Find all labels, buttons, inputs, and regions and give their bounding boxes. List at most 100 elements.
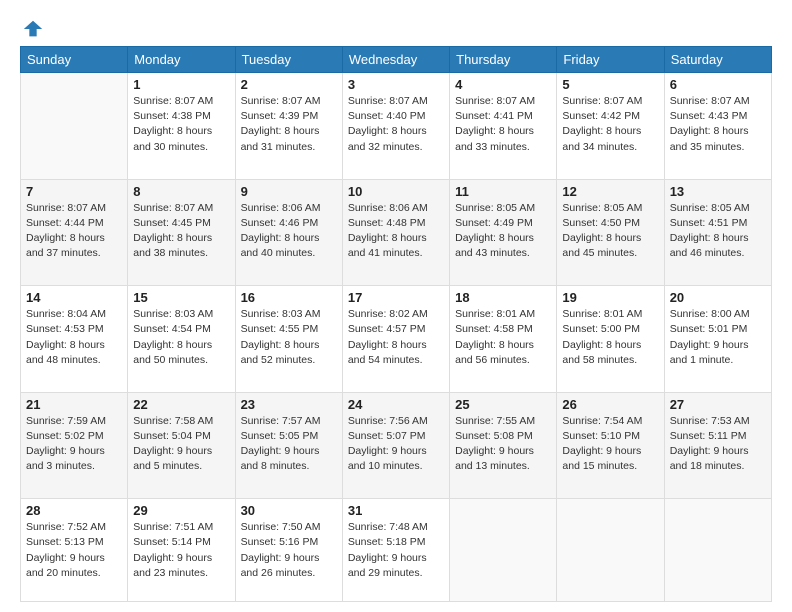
calendar-cell: 22 Sunrise: 7:58 AMSunset: 5:04 PMDayligh… <box>128 392 235 499</box>
calendar-cell: 26 Sunrise: 7:54 AMSunset: 5:10 PMDayligh… <box>557 392 664 499</box>
header <box>20 18 772 36</box>
cell-content: Sunrise: 7:50 AMSunset: 5:16 PMDaylight:… <box>241 520 337 581</box>
day-number: 11 <box>455 184 551 199</box>
cell-content: Sunrise: 8:07 AMSunset: 4:43 PMDaylight:… <box>670 94 766 155</box>
cell-content: Sunrise: 8:06 AMSunset: 4:48 PMDaylight:… <box>348 201 444 262</box>
day-number: 29 <box>133 503 229 518</box>
day-number: 13 <box>670 184 766 199</box>
day-number: 7 <box>26 184 122 199</box>
cell-content: Sunrise: 8:07 AMSunset: 4:44 PMDaylight:… <box>26 201 122 262</box>
cell-content: Sunrise: 8:07 AMSunset: 4:41 PMDaylight:… <box>455 94 551 155</box>
calendar-cell: 15 Sunrise: 8:03 AMSunset: 4:54 PMDayligh… <box>128 286 235 393</box>
weekday-header-saturday: Saturday <box>664 47 771 73</box>
day-number: 24 <box>348 397 444 412</box>
calendar-cell: 24 Sunrise: 7:56 AMSunset: 5:07 PMDayligh… <box>342 392 449 499</box>
day-number: 10 <box>348 184 444 199</box>
cell-content: Sunrise: 7:48 AMSunset: 5:18 PMDaylight:… <box>348 520 444 581</box>
calendar-cell: 5 Sunrise: 8:07 AMSunset: 4:42 PMDaylight… <box>557 73 664 180</box>
calendar-cell: 27 Sunrise: 7:53 AMSunset: 5:11 PMDayligh… <box>664 392 771 499</box>
cell-content: Sunrise: 7:53 AMSunset: 5:11 PMDaylight:… <box>670 414 766 475</box>
cell-content: Sunrise: 8:06 AMSunset: 4:46 PMDaylight:… <box>241 201 337 262</box>
weekday-header-row: SundayMondayTuesdayWednesdayThursdayFrid… <box>21 47 772 73</box>
cell-content: Sunrise: 7:54 AMSunset: 5:10 PMDaylight:… <box>562 414 658 475</box>
cell-content: Sunrise: 8:07 AMSunset: 4:38 PMDaylight:… <box>133 94 229 155</box>
logo <box>20 18 44 36</box>
calendar-cell: 19 Sunrise: 8:01 AMSunset: 5:00 PMDayligh… <box>557 286 664 393</box>
day-number: 25 <box>455 397 551 412</box>
day-number: 27 <box>670 397 766 412</box>
calendar-cell: 17Sunrise: 8:02 AMSunset: 4:57 PMDayligh… <box>342 286 449 393</box>
calendar-table: SundayMondayTuesdayWednesdayThursdayFrid… <box>20 46 772 602</box>
cell-content: Sunrise: 8:00 AMSunset: 5:01 PMDaylight:… <box>670 307 766 368</box>
calendar-cell: 30 Sunrise: 7:50 AMSunset: 5:16 PMDayligh… <box>235 499 342 602</box>
day-number: 31 <box>348 503 444 518</box>
cell-content: Sunrise: 8:05 AMSunset: 4:50 PMDaylight:… <box>562 201 658 262</box>
calendar-cell: 3Sunrise: 8:07 AMSunset: 4:40 PMDaylight… <box>342 73 449 180</box>
day-number: 23 <box>241 397 337 412</box>
cell-content: Sunrise: 8:07 AMSunset: 4:45 PMDaylight:… <box>133 201 229 262</box>
cell-content: Sunrise: 8:02 AMSunset: 4:57 PMDaylight:… <box>348 307 444 368</box>
weekday-header-friday: Friday <box>557 47 664 73</box>
week-row-5: 28 Sunrise: 7:52 AMSunset: 5:13 PMDayligh… <box>21 499 772 602</box>
calendar-cell: 31 Sunrise: 7:48 AMSunset: 5:18 PMDayligh… <box>342 499 449 602</box>
cell-content: Sunrise: 7:52 AMSunset: 5:13 PMDaylight:… <box>26 520 122 581</box>
calendar-cell: 29 Sunrise: 7:51 AMSunset: 5:14 PMDayligh… <box>128 499 235 602</box>
week-row-2: 7 Sunrise: 8:07 AMSunset: 4:44 PMDaylight… <box>21 179 772 286</box>
day-number: 26 <box>562 397 658 412</box>
day-number: 22 <box>133 397 229 412</box>
calendar-cell: 16Sunrise: 8:03 AMSunset: 4:55 PMDayligh… <box>235 286 342 393</box>
cell-content: Sunrise: 8:01 AMSunset: 5:00 PMDaylight:… <box>562 307 658 368</box>
day-number: 18 <box>455 290 551 305</box>
day-number: 20 <box>670 290 766 305</box>
cell-content: Sunrise: 8:07 AMSunset: 4:42 PMDaylight:… <box>562 94 658 155</box>
calendar-cell: 28 Sunrise: 7:52 AMSunset: 5:13 PMDayligh… <box>21 499 128 602</box>
day-number: 15 <box>133 290 229 305</box>
week-row-4: 21Sunrise: 7:59 AMSunset: 5:02 PMDayligh… <box>21 392 772 499</box>
cell-content: Sunrise: 7:58 AMSunset: 5:04 PMDaylight:… <box>133 414 229 475</box>
weekday-header-sunday: Sunday <box>21 47 128 73</box>
logo-text <box>20 18 44 40</box>
day-number: 5 <box>562 77 658 92</box>
day-number: 4 <box>455 77 551 92</box>
calendar-cell: 4 Sunrise: 8:07 AMSunset: 4:41 PMDaylight… <box>450 73 557 180</box>
cell-content: Sunrise: 8:05 AMSunset: 4:51 PMDaylight:… <box>670 201 766 262</box>
day-number: 2 <box>241 77 337 92</box>
calendar-cell: 6Sunrise: 8:07 AMSunset: 4:43 PMDaylight… <box>664 73 771 180</box>
calendar-cell: 20 Sunrise: 8:00 AMSunset: 5:01 PMDayligh… <box>664 286 771 393</box>
cell-content: Sunrise: 8:05 AMSunset: 4:49 PMDaylight:… <box>455 201 551 262</box>
day-number: 9 <box>241 184 337 199</box>
calendar-cell: 18 Sunrise: 8:01 AMSunset: 4:58 PMDayligh… <box>450 286 557 393</box>
day-number: 30 <box>241 503 337 518</box>
day-number: 12 <box>562 184 658 199</box>
calendar-cell: 21Sunrise: 7:59 AMSunset: 5:02 PMDayligh… <box>21 392 128 499</box>
day-number: 14 <box>26 290 122 305</box>
weekday-header-wednesday: Wednesday <box>342 47 449 73</box>
calendar-cell <box>450 499 557 602</box>
cell-content: Sunrise: 7:57 AMSunset: 5:05 PMDaylight:… <box>241 414 337 475</box>
day-number: 1 <box>133 77 229 92</box>
cell-content: Sunrise: 8:01 AMSunset: 4:58 PMDaylight:… <box>455 307 551 368</box>
cell-content: Sunrise: 7:55 AMSunset: 5:08 PMDaylight:… <box>455 414 551 475</box>
calendar-cell <box>664 499 771 602</box>
week-row-3: 14 Sunrise: 8:04 AMSunset: 4:53 PMDayligh… <box>21 286 772 393</box>
calendar-cell <box>557 499 664 602</box>
cell-content: Sunrise: 8:03 AMSunset: 4:54 PMDaylight:… <box>133 307 229 368</box>
day-number: 28 <box>26 503 122 518</box>
calendar-cell: 2Sunrise: 8:07 AMSunset: 4:39 PMDaylight… <box>235 73 342 180</box>
day-number: 3 <box>348 77 444 92</box>
calendar-cell: 8Sunrise: 8:07 AMSunset: 4:45 PMDaylight… <box>128 179 235 286</box>
page: SundayMondayTuesdayWednesdayThursdayFrid… <box>0 0 792 612</box>
calendar-cell: 1 Sunrise: 8:07 AMSunset: 4:38 PMDaylight… <box>128 73 235 180</box>
logo-icon <box>22 18 44 40</box>
calendar-cell: 13 Sunrise: 8:05 AMSunset: 4:51 PMDayligh… <box>664 179 771 286</box>
calendar-cell: 25 Sunrise: 7:55 AMSunset: 5:08 PMDayligh… <box>450 392 557 499</box>
cell-content: Sunrise: 7:56 AMSunset: 5:07 PMDaylight:… <box>348 414 444 475</box>
cell-content: Sunrise: 8:04 AMSunset: 4:53 PMDaylight:… <box>26 307 122 368</box>
cell-content: Sunrise: 8:03 AMSunset: 4:55 PMDaylight:… <box>241 307 337 368</box>
day-number: 19 <box>562 290 658 305</box>
calendar-cell: 7 Sunrise: 8:07 AMSunset: 4:44 PMDaylight… <box>21 179 128 286</box>
weekday-header-tuesday: Tuesday <box>235 47 342 73</box>
cell-content: Sunrise: 7:51 AMSunset: 5:14 PMDaylight:… <box>133 520 229 581</box>
week-row-1: 1 Sunrise: 8:07 AMSunset: 4:38 PMDaylight… <box>21 73 772 180</box>
calendar-cell <box>21 73 128 180</box>
